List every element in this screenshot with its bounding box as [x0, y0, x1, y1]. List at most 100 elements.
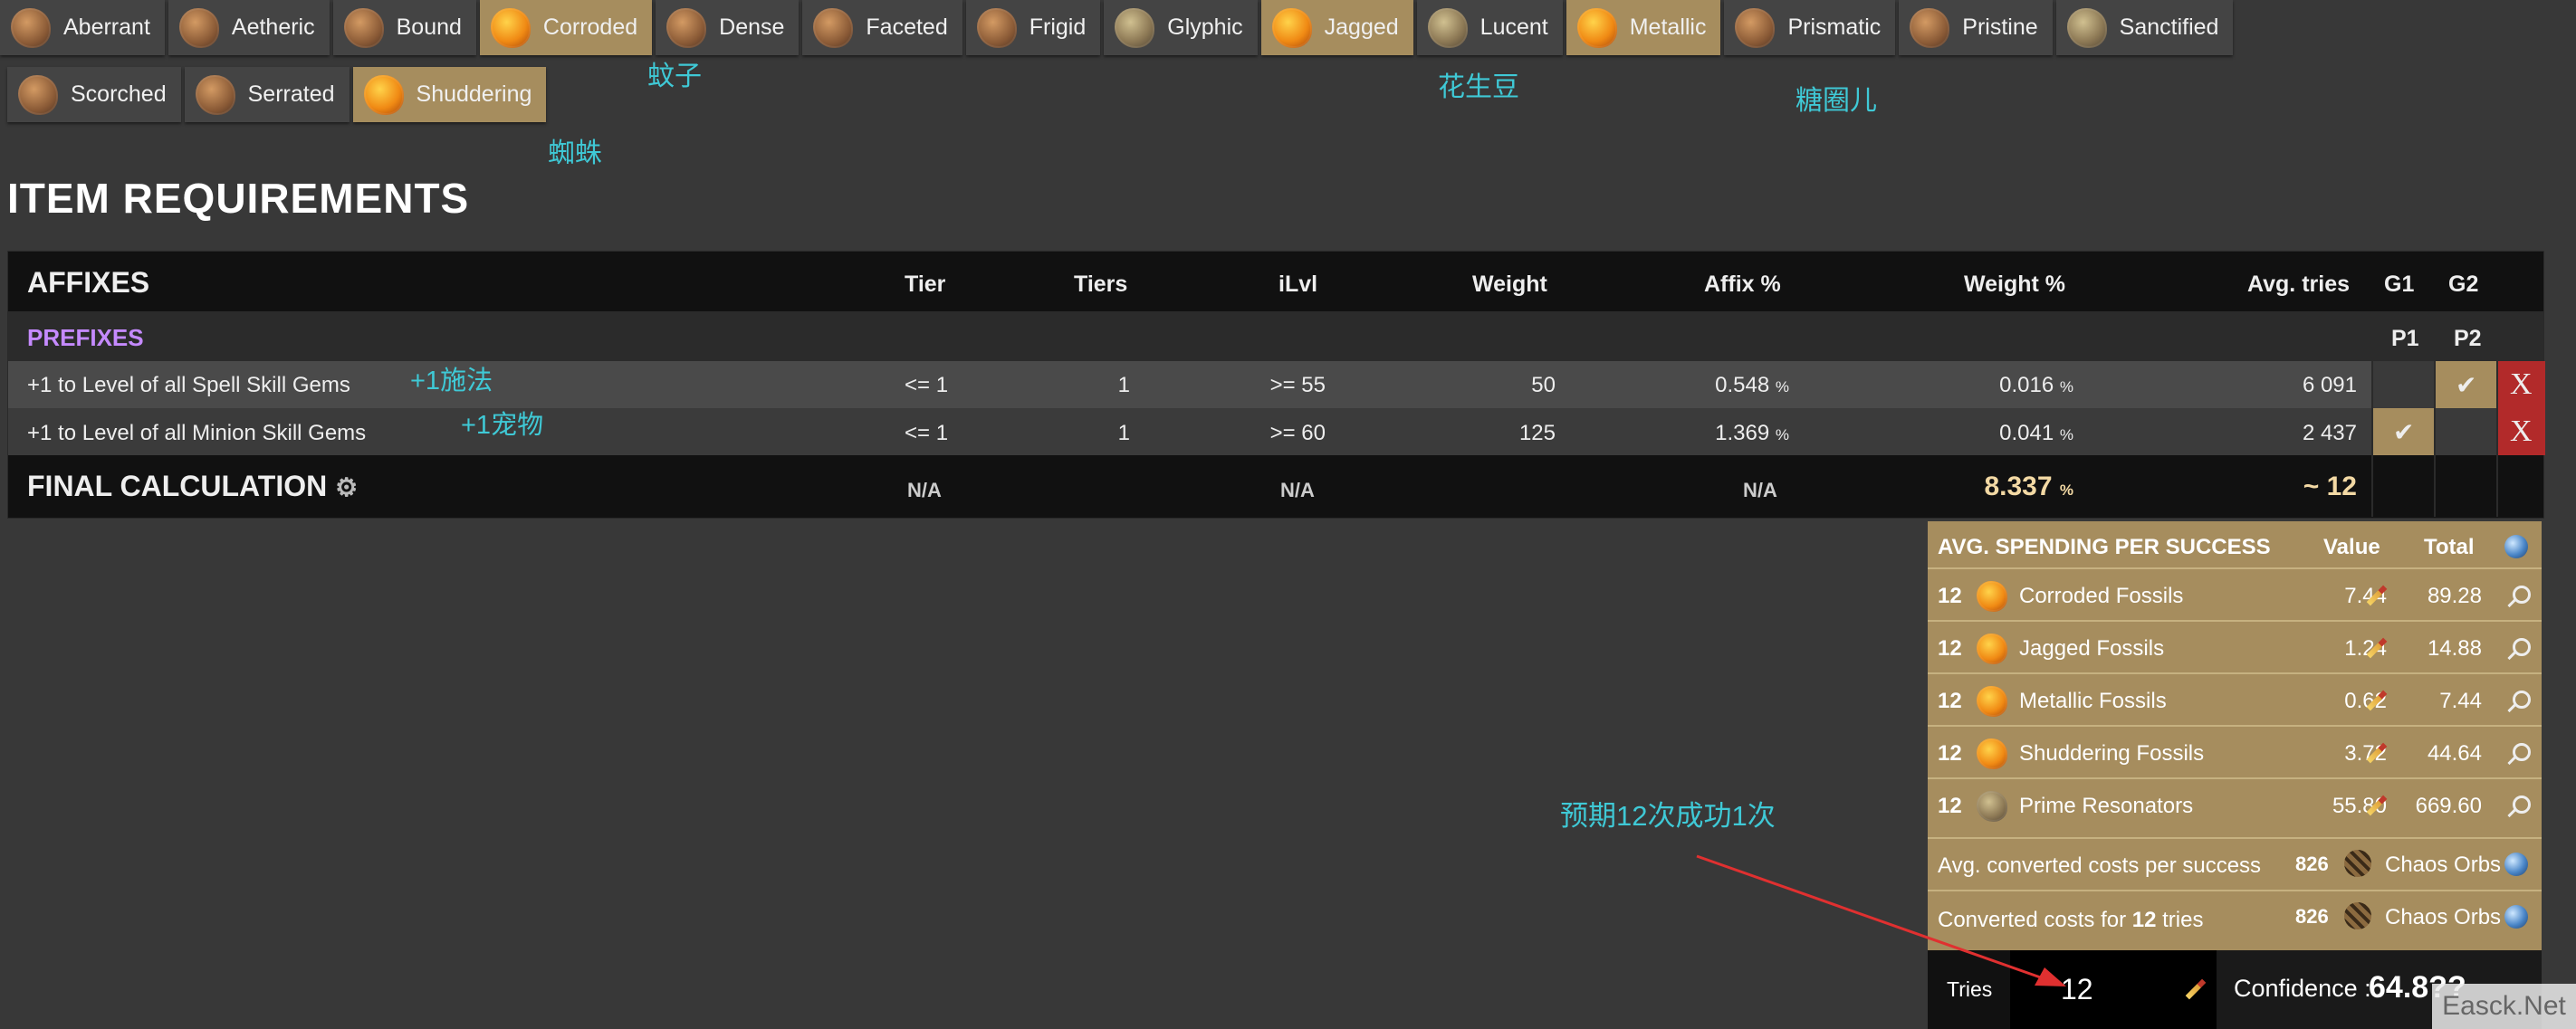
tab-label: Scorched: [71, 81, 167, 107]
p2-label: P2: [2454, 326, 2482, 351]
remove-affix-button[interactable]: X: [2496, 408, 2545, 455]
globe-icon[interactable]: [2504, 535, 2528, 558]
affix-pct-value: 0.548 %: [1715, 373, 1789, 398]
tab-serrated[interactable]: Serrated: [184, 67, 350, 122]
tab-jagged[interactable]: Jagged: [1260, 0, 1413, 55]
search-icon[interactable]: [2513, 638, 2531, 656]
tab-dense[interactable]: Dense: [656, 0, 800, 55]
fossil-icon: [363, 74, 404, 115]
tab-label: Faceted: [866, 14, 948, 40]
final-calculation-row: FINAL CALCULATION ⚙ N/A N/A N/A 8.337 % …: [8, 455, 2543, 517]
converted-tries-value: 826: [2295, 905, 2329, 928]
affix-pct-value: 1.369 %: [1715, 421, 1789, 446]
total-header: Total: [2424, 535, 2475, 559]
pct-sign: %: [2059, 481, 2073, 499]
gear-icon[interactable]: ⚙: [335, 473, 358, 501]
shuddering-fossil-icon: [1977, 738, 2007, 769]
pct-sign: %: [1775, 426, 1789, 443]
tier-value: <= 1: [905, 421, 949, 445]
edit-pencil-icon[interactable]: [2185, 978, 2207, 1000]
tab-prismatic[interactable]: Prismatic: [1724, 0, 1896, 55]
fossil-icon: [178, 7, 219, 48]
fossil-icon: [343, 7, 384, 48]
item-total: 7.44: [2439, 689, 2482, 713]
tab-sanctified[interactable]: Sanctified: [2055, 0, 2234, 55]
affix-name: +1 to Level of all Minion Skill Gems: [27, 421, 367, 445]
avg-tries-header: Avg. tries: [2247, 272, 2351, 297]
tab-label: Bound: [396, 14, 462, 40]
tab-label: Jagged: [1324, 14, 1399, 40]
annotation-metallic: 糖圈儿: [1796, 86, 1877, 116]
tab-aberrant[interactable]: Aberrant: [0, 0, 165, 55]
annotation-spell: +1施法: [410, 367, 493, 395]
confidence-label: Confidence :: [2234, 975, 2371, 1002]
chaos-orb-icon: [2344, 902, 2371, 929]
tab-bound[interactable]: Bound: [332, 0, 476, 55]
prime-resonator-icon: [1977, 791, 2007, 822]
search-icon[interactable]: [2513, 691, 2531, 709]
fossil-icon: [1576, 7, 1617, 48]
affix-pct-number: 1.369: [1715, 421, 1770, 445]
annotation-shuddering: 蜘蛛: [548, 138, 602, 168]
weight-pct-value: 0.041 %: [1999, 421, 2073, 446]
refresh-icon[interactable]: [2504, 905, 2528, 929]
tries-value: 12: [2061, 973, 2093, 1005]
fossil-tab-row-2: Scorched Serrated Shuddering: [7, 67, 547, 122]
tab-label: Pristine: [1962, 14, 2038, 40]
tab-faceted[interactable]: Faceted: [802, 0, 962, 55]
corroded-fossil-icon: [1977, 581, 2007, 612]
avg-converted-label: Avg. converted costs per success: [1938, 853, 2262, 878]
tab-label: Lucent: [1480, 14, 1548, 40]
item-total: 669.60: [2415, 794, 2482, 818]
requirements-table: AFFIXES Tier Tiers iLvl Weight Affix % W…: [7, 251, 2545, 519]
metallic-fossil-icon: [1977, 686, 2007, 717]
converted-tries-currency: Chaos Orbs: [2385, 905, 2502, 929]
fossil-icon: [666, 7, 707, 48]
weight-pct-value: 0.016 %: [1999, 373, 2073, 398]
tab-corroded[interactable]: Corroded: [479, 0, 653, 55]
remove-affix-button[interactable]: X: [2496, 361, 2545, 408]
p1-cell: P1: [2371, 311, 2435, 361]
annotation-jagged: 花生豆: [1438, 72, 1519, 102]
ilvl-value: >= 60: [1269, 421, 1326, 445]
tab-lucent[interactable]: Lucent: [1416, 0, 1563, 55]
tab-label: Glyphic: [1167, 14, 1243, 40]
search-icon[interactable]: [2513, 743, 2531, 761]
tab-scorched[interactable]: Scorched: [7, 67, 181, 122]
final-affix-pct: N/A: [1743, 479, 1777, 501]
weight-value: 125: [1518, 421, 1556, 445]
annotation-expect: 预期12次成功1次: [1560, 800, 1776, 832]
tab-metallic[interactable]: Metallic: [1566, 0, 1721, 55]
refresh-icon[interactable]: [2504, 853, 2528, 876]
g2-toggle[interactable]: ✔: [2434, 361, 2497, 408]
tries-input[interactable]: 12: [2010, 950, 2217, 1029]
tries-label: Tries: [1947, 977, 1993, 1001]
spending-row: 12 Jagged Fossils 1.24 14.88: [1928, 620, 2542, 674]
weight-value: 50: [1531, 373, 1556, 397]
g1-toggle[interactable]: ✔: [2371, 408, 2435, 455]
tab-pristine[interactable]: Pristine: [1899, 0, 2053, 55]
tab-label: Sanctified: [2119, 14, 2219, 40]
pct-sign: %: [2059, 378, 2073, 395]
final-x-cell: [2496, 455, 2545, 517]
table-header-row: AFFIXES Tier Tiers iLvl Weight Affix % W…: [8, 252, 2543, 313]
search-icon[interactable]: [2513, 796, 2531, 814]
g2-toggle[interactable]: [2434, 408, 2497, 455]
tab-aetheric[interactable]: Aetheric: [168, 0, 330, 55]
fossil-icon: [1115, 7, 1155, 48]
tab-label: Dense: [719, 14, 785, 40]
tab-glyphic[interactable]: Glyphic: [1104, 0, 1258, 55]
tab-shuddering[interactable]: Shuddering: [352, 67, 547, 122]
g1-toggle[interactable]: [2371, 361, 2435, 408]
avg-tries-value: 6 091: [2302, 373, 2357, 397]
fossil-icon: [1271, 7, 1312, 48]
item-count: 12: [1938, 584, 1962, 608]
fossil-icon: [18, 74, 58, 115]
affixes-header: AFFIXES: [27, 266, 150, 299]
prefixes-row: PREFIXES P1 P2: [8, 311, 2543, 361]
tab-frigid[interactable]: Frigid: [965, 0, 1101, 55]
search-icon[interactable]: [2513, 586, 2531, 604]
close-icon: X: [2510, 414, 2533, 448]
fossil-icon: [11, 7, 51, 48]
tiers-value: 1: [1117, 421, 1130, 445]
